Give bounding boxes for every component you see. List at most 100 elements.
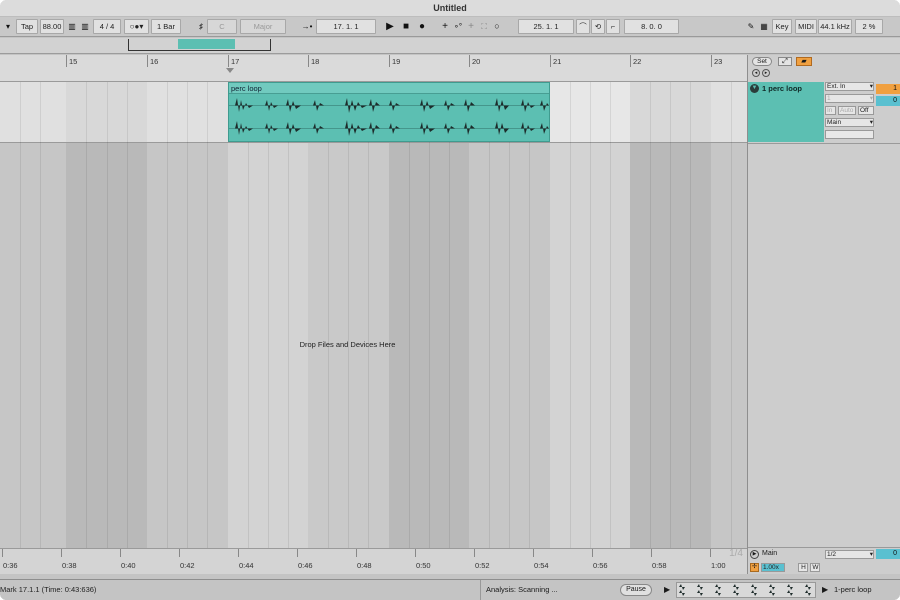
draw-mode-icon[interactable]: ✎ xyxy=(746,19,756,34)
time-label: 0:36 xyxy=(3,561,18,570)
session-record-icon[interactable]: ○ xyxy=(492,19,502,34)
punch-in-icon[interactable]: ⌒ xyxy=(576,19,590,34)
selected-clip-name: 1-perc loop xyxy=(834,585,872,594)
set-locator-button[interactable]: Set xyxy=(752,57,772,66)
track-name[interactable]: 1 perc loop xyxy=(762,84,802,93)
reenable-automation-icon[interactable]: + xyxy=(466,19,476,34)
quantize-menu[interactable]: 1 Bar xyxy=(151,19,181,34)
bar-label: 21 xyxy=(553,57,562,66)
time-label: 0:44 xyxy=(239,561,254,570)
play-clip-icon[interactable]: ▶ xyxy=(664,584,672,596)
loop-switch-icon[interactable]: ⟲ xyxy=(591,19,605,34)
window-corner xyxy=(894,0,900,6)
arrangement-position-field[interactable]: 17. 1. 1 xyxy=(316,19,376,34)
grid-line xyxy=(187,82,188,548)
punch-out-icon[interactable]: ⌐ xyxy=(606,19,620,34)
main-track-play-icon[interactable]: ▶ xyxy=(750,550,759,559)
grid-line xyxy=(590,82,591,548)
main-volume[interactable]: 0 xyxy=(876,549,900,559)
capture-icon[interactable]: ⛶ xyxy=(479,19,489,34)
automation-arm-icon[interactable]: ∘° xyxy=(453,19,463,34)
input-channel-select[interactable]: 1 ▾ xyxy=(825,94,874,103)
grid-line xyxy=(690,82,691,548)
clip-title[interactable]: perc loop xyxy=(229,83,549,94)
height-toggle-button[interactable]: H xyxy=(798,563,808,572)
time-label: 0:46 xyxy=(298,561,313,570)
track-divider xyxy=(0,142,747,143)
grid-line xyxy=(509,82,510,548)
track-fold-icon[interactable]: ▼ xyxy=(750,84,759,93)
audio-clip[interactable]: perc loop xyxy=(228,82,550,142)
time-tick xyxy=(238,549,239,557)
input-type-select[interactable]: Ext. In ▾ xyxy=(825,82,874,91)
time-label: 0:54 xyxy=(534,561,549,570)
arrangement-overview[interactable] xyxy=(0,38,900,54)
bar-tick xyxy=(711,55,712,67)
clip-preview-waveform-svg xyxy=(679,584,811,596)
computer-midi-keyboard-icon[interactable]: ▦ xyxy=(759,19,769,34)
grid-line xyxy=(288,82,289,548)
bar-column xyxy=(0,82,66,548)
beat-time-ruler[interactable]: 15 16 17 18 19 20 21 22 23 xyxy=(0,55,747,82)
window-title: Untitled xyxy=(0,0,900,17)
grid-line xyxy=(248,82,249,548)
tempo-rate-field[interactable]: 1.00x xyxy=(761,563,785,572)
grid-line xyxy=(20,82,21,548)
lock-icon[interactable]: ▰ xyxy=(796,57,812,66)
tempo-field[interactable]: 88.00 xyxy=(40,19,64,34)
time-ruler[interactable]: 0:36 0:38 0:40 0:42 0:44 0:46 0:48 0:50 … xyxy=(0,548,747,574)
time-signature-field[interactable]: 4 / 4 xyxy=(93,19,121,34)
follow-icon[interactable]: →• xyxy=(300,19,314,34)
tempo-nudge-up-icon[interactable]: ▥ xyxy=(80,19,90,34)
bar-label: 22 xyxy=(633,57,642,66)
main-track-name[interactable]: Main xyxy=(762,550,777,557)
scale-mode-icon[interactable]: ♯ xyxy=(196,19,206,34)
tempo-nudge-icon[interactable]: ▥ xyxy=(67,19,77,34)
next-clip-icon[interactable]: ▶ xyxy=(822,584,830,596)
play-icon[interactable]: ▶ xyxy=(384,19,396,34)
time-label: 0:48 xyxy=(357,561,372,570)
bar-tick xyxy=(469,55,470,67)
record-icon[interactable]: ● xyxy=(416,19,428,34)
time-tick xyxy=(120,549,121,557)
chevron-down-icon: ▾ xyxy=(869,83,873,90)
monitor-in-button[interactable]: In xyxy=(825,106,836,115)
overdub-icon[interactable]: + xyxy=(440,19,450,34)
output-select[interactable]: Main ▾ xyxy=(825,118,874,127)
main-channel-select[interactable]: 1/2 ▾ xyxy=(825,550,874,559)
bar-tick xyxy=(550,55,551,67)
midi-map-button[interactable]: MIDI xyxy=(795,19,817,34)
arrangement-view[interactable] xyxy=(0,82,747,548)
status-message: Mark 17.1.1 (Time: 0:43:636) xyxy=(0,585,97,594)
scale-menu[interactable]: Major xyxy=(240,19,286,34)
track-activator[interactable]: 1 xyxy=(876,84,900,94)
grid-line xyxy=(328,82,329,548)
loop-length-field[interactable]: 8. 0. 0 xyxy=(624,19,679,34)
track-volume[interactable]: 0 xyxy=(876,96,900,106)
key-map-button[interactable]: Key xyxy=(772,19,792,34)
transport-bar: ▾ Tap 88.00 ▥ ▥ 4 / 4 ○●▾ 1 Bar ♯ C Majo… xyxy=(0,17,900,37)
loop-start-field[interactable]: 25. 1. 1 xyxy=(518,19,574,34)
grid-line xyxy=(429,82,430,548)
time-label: 0:56 xyxy=(593,561,608,570)
monitor-auto-button[interactable]: Auto xyxy=(838,106,856,115)
track-header[interactable]: ▼ 1 perc loop xyxy=(748,82,824,142)
tap-tempo-button[interactable]: Tap xyxy=(16,19,38,34)
grid-line xyxy=(731,82,732,548)
metronome-icon[interactable]: ○●▾ xyxy=(124,19,149,34)
monitor-off-button[interactable]: Off xyxy=(858,106,874,115)
key-root-menu[interactable]: C xyxy=(207,19,237,34)
output-channel-field[interactable] xyxy=(825,130,874,139)
tempo-follower-icon[interactable]: ✢ xyxy=(750,563,759,572)
width-toggle-button[interactable]: W xyxy=(810,563,820,572)
grid-line xyxy=(570,82,571,548)
grid-line xyxy=(610,82,611,548)
next-locator-icon[interactable]: ▸ xyxy=(762,69,770,77)
expand-icon[interactable]: ⤢ xyxy=(778,57,792,66)
pause-analysis-button[interactable]: Pause xyxy=(620,584,652,596)
time-tick xyxy=(592,549,593,557)
dropdown-arrow-icon[interactable]: ▾ xyxy=(4,19,12,34)
stop-icon[interactable]: ■ xyxy=(400,19,412,34)
playhead-marker[interactable] xyxy=(226,68,234,73)
previous-locator-icon[interactable]: ◂ xyxy=(752,69,760,77)
